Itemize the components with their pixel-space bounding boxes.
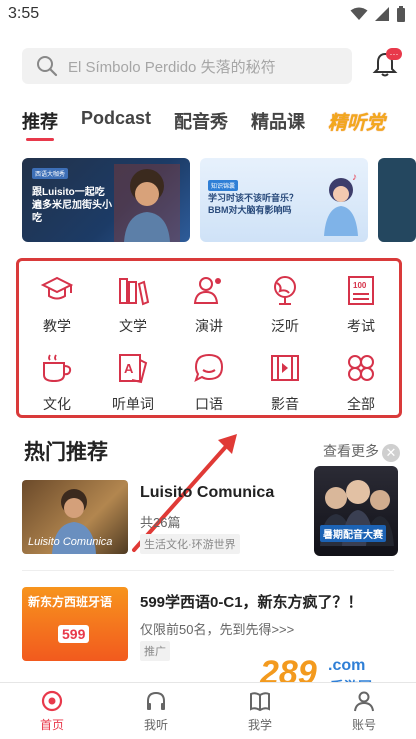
account-icon xyxy=(354,691,374,712)
svg-text:♪: ♪ xyxy=(352,172,357,183)
category-label: 演讲 xyxy=(195,318,223,334)
cup-icon xyxy=(43,354,72,383)
banner-headline: 学习时该不该听音乐？BBM对大脑有影响吗 xyxy=(208,193,299,215)
item-count: 共26篇 xyxy=(140,515,181,530)
banner-tag: 西语大咖秀 xyxy=(32,168,69,179)
item-tag: 推广 xyxy=(140,641,170,661)
tab-premium-course[interactable]: 精品课 xyxy=(251,108,305,142)
item-thumbnail: Luisito Comunica xyxy=(22,480,128,554)
chat-icon xyxy=(194,353,224,382)
category-label: 教学 xyxy=(43,318,71,334)
nav-label: 我听 xyxy=(143,718,168,732)
section-title-hot: 热门推荐 xyxy=(24,441,108,464)
category-speech[interactable]: 演讲 xyxy=(171,269,247,339)
thumbnail-caption: 新东方西班牙语 xyxy=(28,595,113,609)
item-title: 599学西语0-C1，新东方疯了？！ xyxy=(140,594,363,611)
view-more-link[interactable]: 查看更多 xyxy=(323,441,379,461)
divider xyxy=(22,570,394,571)
promo-ad-card[interactable]: 暑期配音大赛 xyxy=(314,466,398,556)
nav-label: 首页 xyxy=(39,718,64,732)
category-label: 泛听 xyxy=(271,318,299,334)
notification-badge: ··· xyxy=(386,48,402,60)
category-culture[interactable]: 文化 xyxy=(19,347,95,417)
globe-icon xyxy=(274,276,296,305)
category-label: 听单词 xyxy=(112,396,154,412)
item-subtitle: 仅限前50名，先到先得>>> xyxy=(140,622,295,637)
category-grid-highlight: 教学 文学 演讲 泛听 100 考试 文化 A 听单词 口语 影音 全部 xyxy=(16,258,402,418)
books-icon xyxy=(119,278,150,306)
banner-music-study[interactable]: 知识锦囊 学习时该不该听音乐？BBM对大脑有影响吗 ♪ xyxy=(200,158,368,242)
banner-luisito[interactable]: 西语大咖秀 跟Luisito一起吃遍多米尼加街头小吃 xyxy=(22,158,190,242)
search-placeholder: El Símbolo Perdido 失落的秘符 xyxy=(68,58,276,76)
svg-text:A: A xyxy=(124,361,134,376)
nav-study[interactable]: 我学 xyxy=(230,689,290,733)
category-all[interactable]: 全部 xyxy=(323,347,399,417)
flashcard-icon: A xyxy=(119,354,148,384)
banner-headline: 跟Luisito一起吃遍多米尼加街头小吃 xyxy=(32,187,112,224)
tab-recommend[interactable]: 推荐 xyxy=(22,108,58,142)
svg-text:100: 100 xyxy=(353,281,367,290)
category-label: 文化 xyxy=(43,396,71,412)
home-icon xyxy=(41,690,63,712)
category-teaching[interactable]: 教学 xyxy=(19,269,95,339)
notification-button[interactable]: ··· xyxy=(372,48,402,78)
item-tag: 生活文化·环游世界 xyxy=(140,534,240,554)
category-label: 口语 xyxy=(195,396,223,412)
thumbnail-price: 599 xyxy=(58,625,90,643)
tab-dubbing-show[interactable]: 配音秀 xyxy=(174,108,228,142)
ad-label: 暑期配音大赛 xyxy=(320,525,386,542)
signal-icon xyxy=(375,7,389,21)
category-label: 文学 xyxy=(119,318,147,334)
banner-tag: 知识锦囊 xyxy=(208,180,239,191)
category-tabs: 推荐 Podcast 配音秀 精品课 精听党 xyxy=(22,108,416,142)
status-icons xyxy=(350,6,406,22)
headphones-icon xyxy=(147,691,165,710)
close-ad-button[interactable]: ✕ xyxy=(382,444,400,462)
tab-intensive-listening[interactable]: 精听党 xyxy=(328,108,385,142)
status-time: 3:55 xyxy=(8,5,40,22)
category-exam[interactable]: 100 考试 xyxy=(323,269,399,339)
book-icon xyxy=(250,692,270,712)
search-icon xyxy=(37,56,58,77)
category-label: 影音 xyxy=(271,396,299,412)
wifi-icon xyxy=(350,7,368,20)
battery-icon xyxy=(397,6,405,22)
tab-podcast[interactable]: Podcast xyxy=(81,108,151,142)
category-literature[interactable]: 文学 xyxy=(95,269,171,339)
speaker-icon xyxy=(193,277,221,304)
nav-account[interactable]: 账号 xyxy=(334,689,394,733)
item-thumbnail: 新东方西班牙语 599 xyxy=(22,587,128,661)
nav-listen[interactable]: 我听 xyxy=(126,689,186,733)
thumbnail-caption: Luisito Comunica xyxy=(28,536,113,548)
nav-home[interactable]: 首页 xyxy=(22,689,82,733)
search-bar[interactable]: El Símbolo Perdido 失落的秘符 xyxy=(22,48,352,84)
bottom-nav: 首页 我听 我学 账号 xyxy=(0,682,416,739)
presenter-photo xyxy=(114,164,180,242)
status-bar: 3:55 xyxy=(0,0,416,30)
illustration-girl: ♪ xyxy=(324,172,358,236)
film-icon xyxy=(271,355,299,381)
category-grid: 教学 文学 演讲 泛听 100 考试 文化 A 听单词 口语 影音 全部 xyxy=(19,261,399,415)
nav-label: 账号 xyxy=(351,718,376,732)
exam-icon: 100 xyxy=(348,276,374,305)
nav-label: 我学 xyxy=(247,718,272,732)
category-film-audio[interactable]: 影音 xyxy=(247,347,323,417)
item-title: Luisito Comunica xyxy=(140,484,275,501)
category-extensive-listening[interactable]: 泛听 xyxy=(247,269,323,339)
category-speaking[interactable]: 口语 xyxy=(171,347,247,417)
category-label: 全部 xyxy=(347,396,375,412)
banner-next-peek[interactable] xyxy=(378,158,416,242)
category-label: 考试 xyxy=(347,318,375,334)
ad-poster-people xyxy=(320,480,394,546)
banner-carousel: 西语大咖秀 跟Luisito一起吃遍多米尼加街头小吃 知识锦囊 学习时该不该听音… xyxy=(22,158,416,244)
grid-icon xyxy=(348,355,374,381)
graduation-cap-icon xyxy=(40,276,74,300)
category-listen-words[interactable]: A 听单词 xyxy=(95,347,171,417)
svg-text:.com: .com xyxy=(328,657,365,674)
